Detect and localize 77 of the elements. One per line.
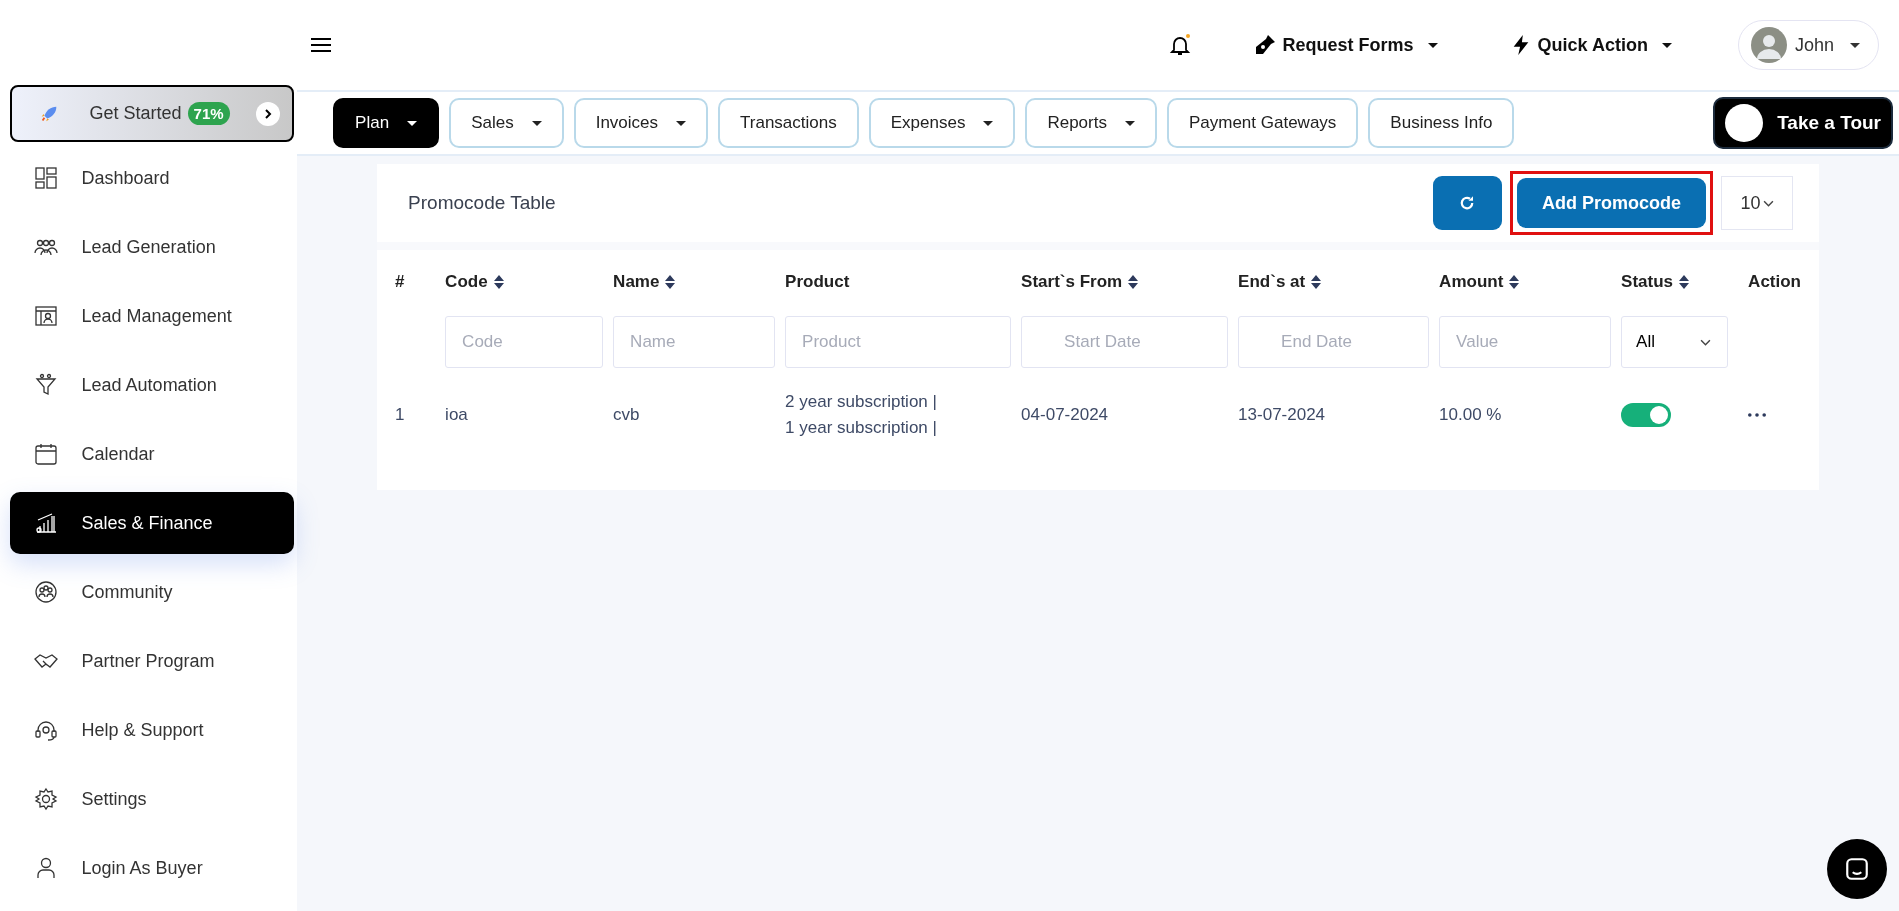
sort-icon[interactable] — [1679, 275, 1690, 289]
sidebar-item[interactable]: Lead Automation — [9, 354, 294, 416]
chart-icon — [33, 511, 58, 535]
filter-field[interactable]: Code — [445, 316, 604, 368]
sidebar-item[interactable]: Partner Program — [9, 630, 294, 692]
user-menu[interactable]: John — [1737, 20, 1879, 70]
dashboard-icon — [33, 166, 58, 190]
get-started-button[interactable]: Get Started 71% — [9, 85, 294, 142]
menu-icon[interactable] — [311, 37, 332, 53]
chevron-right-icon — [255, 101, 280, 126]
gear-icon — [33, 787, 58, 811]
column-header[interactable]: # — [395, 250, 446, 314]
table-cell: 1 — [395, 405, 405, 425]
table-cell: ioa — [445, 405, 468, 425]
avatar-icon — [1750, 27, 1787, 63]
community-icon — [33, 580, 58, 604]
nav-tab[interactable]: Invoices — [573, 98, 709, 148]
quick-action-dropdown[interactable]: Quick Action — [1503, 32, 1678, 58]
table-cell: cvb — [613, 405, 640, 425]
filter-field[interactable]: Product — [785, 316, 1012, 368]
nav-tab[interactable]: Payment Gateways — [1166, 98, 1359, 148]
sort-icon[interactable] — [493, 275, 504, 289]
headset-icon — [33, 718, 58, 742]
more-options-icon[interactable] — [1748, 413, 1767, 417]
nav-tab[interactable]: Reports — [1025, 98, 1157, 148]
column-header[interactable]: Start`s From — [1021, 250, 1239, 314]
sidebar-item[interactable]: Community — [9, 561, 294, 623]
column-header[interactable]: Name — [613, 250, 786, 314]
table-cell: 04-07-2024 — [1021, 405, 1109, 425]
sidebar-item[interactable]: Dashboard — [9, 147, 294, 209]
page-size-select[interactable]: 10 — [1721, 176, 1793, 230]
card-title: Promocode Table — [408, 192, 556, 214]
sidebar-item[interactable]: Lead Generation — [9, 216, 294, 278]
progress-badge: 71% — [187, 102, 230, 125]
notification-bell-icon[interactable] — [1167, 33, 1192, 57]
column-header[interactable]: Amount — [1439, 250, 1622, 314]
column-header[interactable]: Product — [785, 250, 1022, 314]
chat-icon — [1844, 856, 1870, 882]
status-toggle[interactable] — [1621, 403, 1672, 427]
date-filter-field[interactable]: End Date — [1238, 316, 1430, 368]
nav-tab[interactable]: Expenses — [868, 98, 1016, 148]
column-header[interactable]: Code — [445, 250, 614, 314]
status-filter-select[interactable]: All — [1621, 316, 1729, 368]
nav-tab[interactable]: Plan — [333, 98, 440, 148]
nav-tab[interactable]: Transactions — [718, 98, 859, 148]
sidebar-item[interactable]: Login As Buyer — [9, 837, 294, 899]
calendar-icon — [33, 442, 58, 466]
product-text: 2 year subscription | — [785, 392, 937, 412]
column-header[interactable]: Action — [1748, 250, 1801, 314]
column-header[interactable]: End`s at — [1238, 250, 1440, 314]
nav-tab[interactable]: Sales — [449, 98, 564, 148]
column-header[interactable]: Status — [1621, 250, 1749, 314]
sidebar-item[interactable]: Sales & Finance — [9, 492, 294, 554]
table-cell: 10.00 % — [1439, 405, 1502, 425]
sidebar-item[interactable]: Settings — [9, 768, 294, 830]
filter-field[interactable]: Name — [613, 316, 776, 368]
filter-field[interactable]: Value — [1439, 316, 1612, 368]
sidebar-item[interactable]: Calendar — [9, 423, 294, 485]
contact-icon — [33, 304, 58, 328]
add-promocode-button[interactable]: Add Promocode — [1517, 178, 1706, 228]
request-forms-dropdown[interactable]: Request Forms — [1246, 32, 1444, 58]
sort-icon[interactable] — [665, 275, 676, 289]
chevron-down-icon — [1762, 199, 1774, 207]
sidebar-item[interactable]: Lead Management — [9, 285, 294, 347]
sidebar-item[interactable]: Help & Support — [9, 699, 294, 761]
table-cell: 13-07-2024 — [1238, 405, 1326, 425]
nav-tab[interactable]: Business Info — [1368, 98, 1515, 148]
date-filter-field[interactable]: Start Date — [1021, 316, 1229, 368]
sort-icon[interactable] — [1128, 275, 1139, 289]
chevron-down-icon — [1700, 338, 1712, 346]
funnel-icon — [33, 373, 58, 397]
chat-button[interactable] — [1827, 839, 1887, 899]
product-text: 1 year subscription | — [785, 418, 937, 438]
refresh-button[interactable] — [1433, 176, 1502, 230]
sort-icon[interactable] — [1509, 275, 1520, 289]
sort-icon[interactable] — [1311, 275, 1322, 289]
take-a-tour-button[interactable]: Take a Tour — [1713, 97, 1893, 149]
